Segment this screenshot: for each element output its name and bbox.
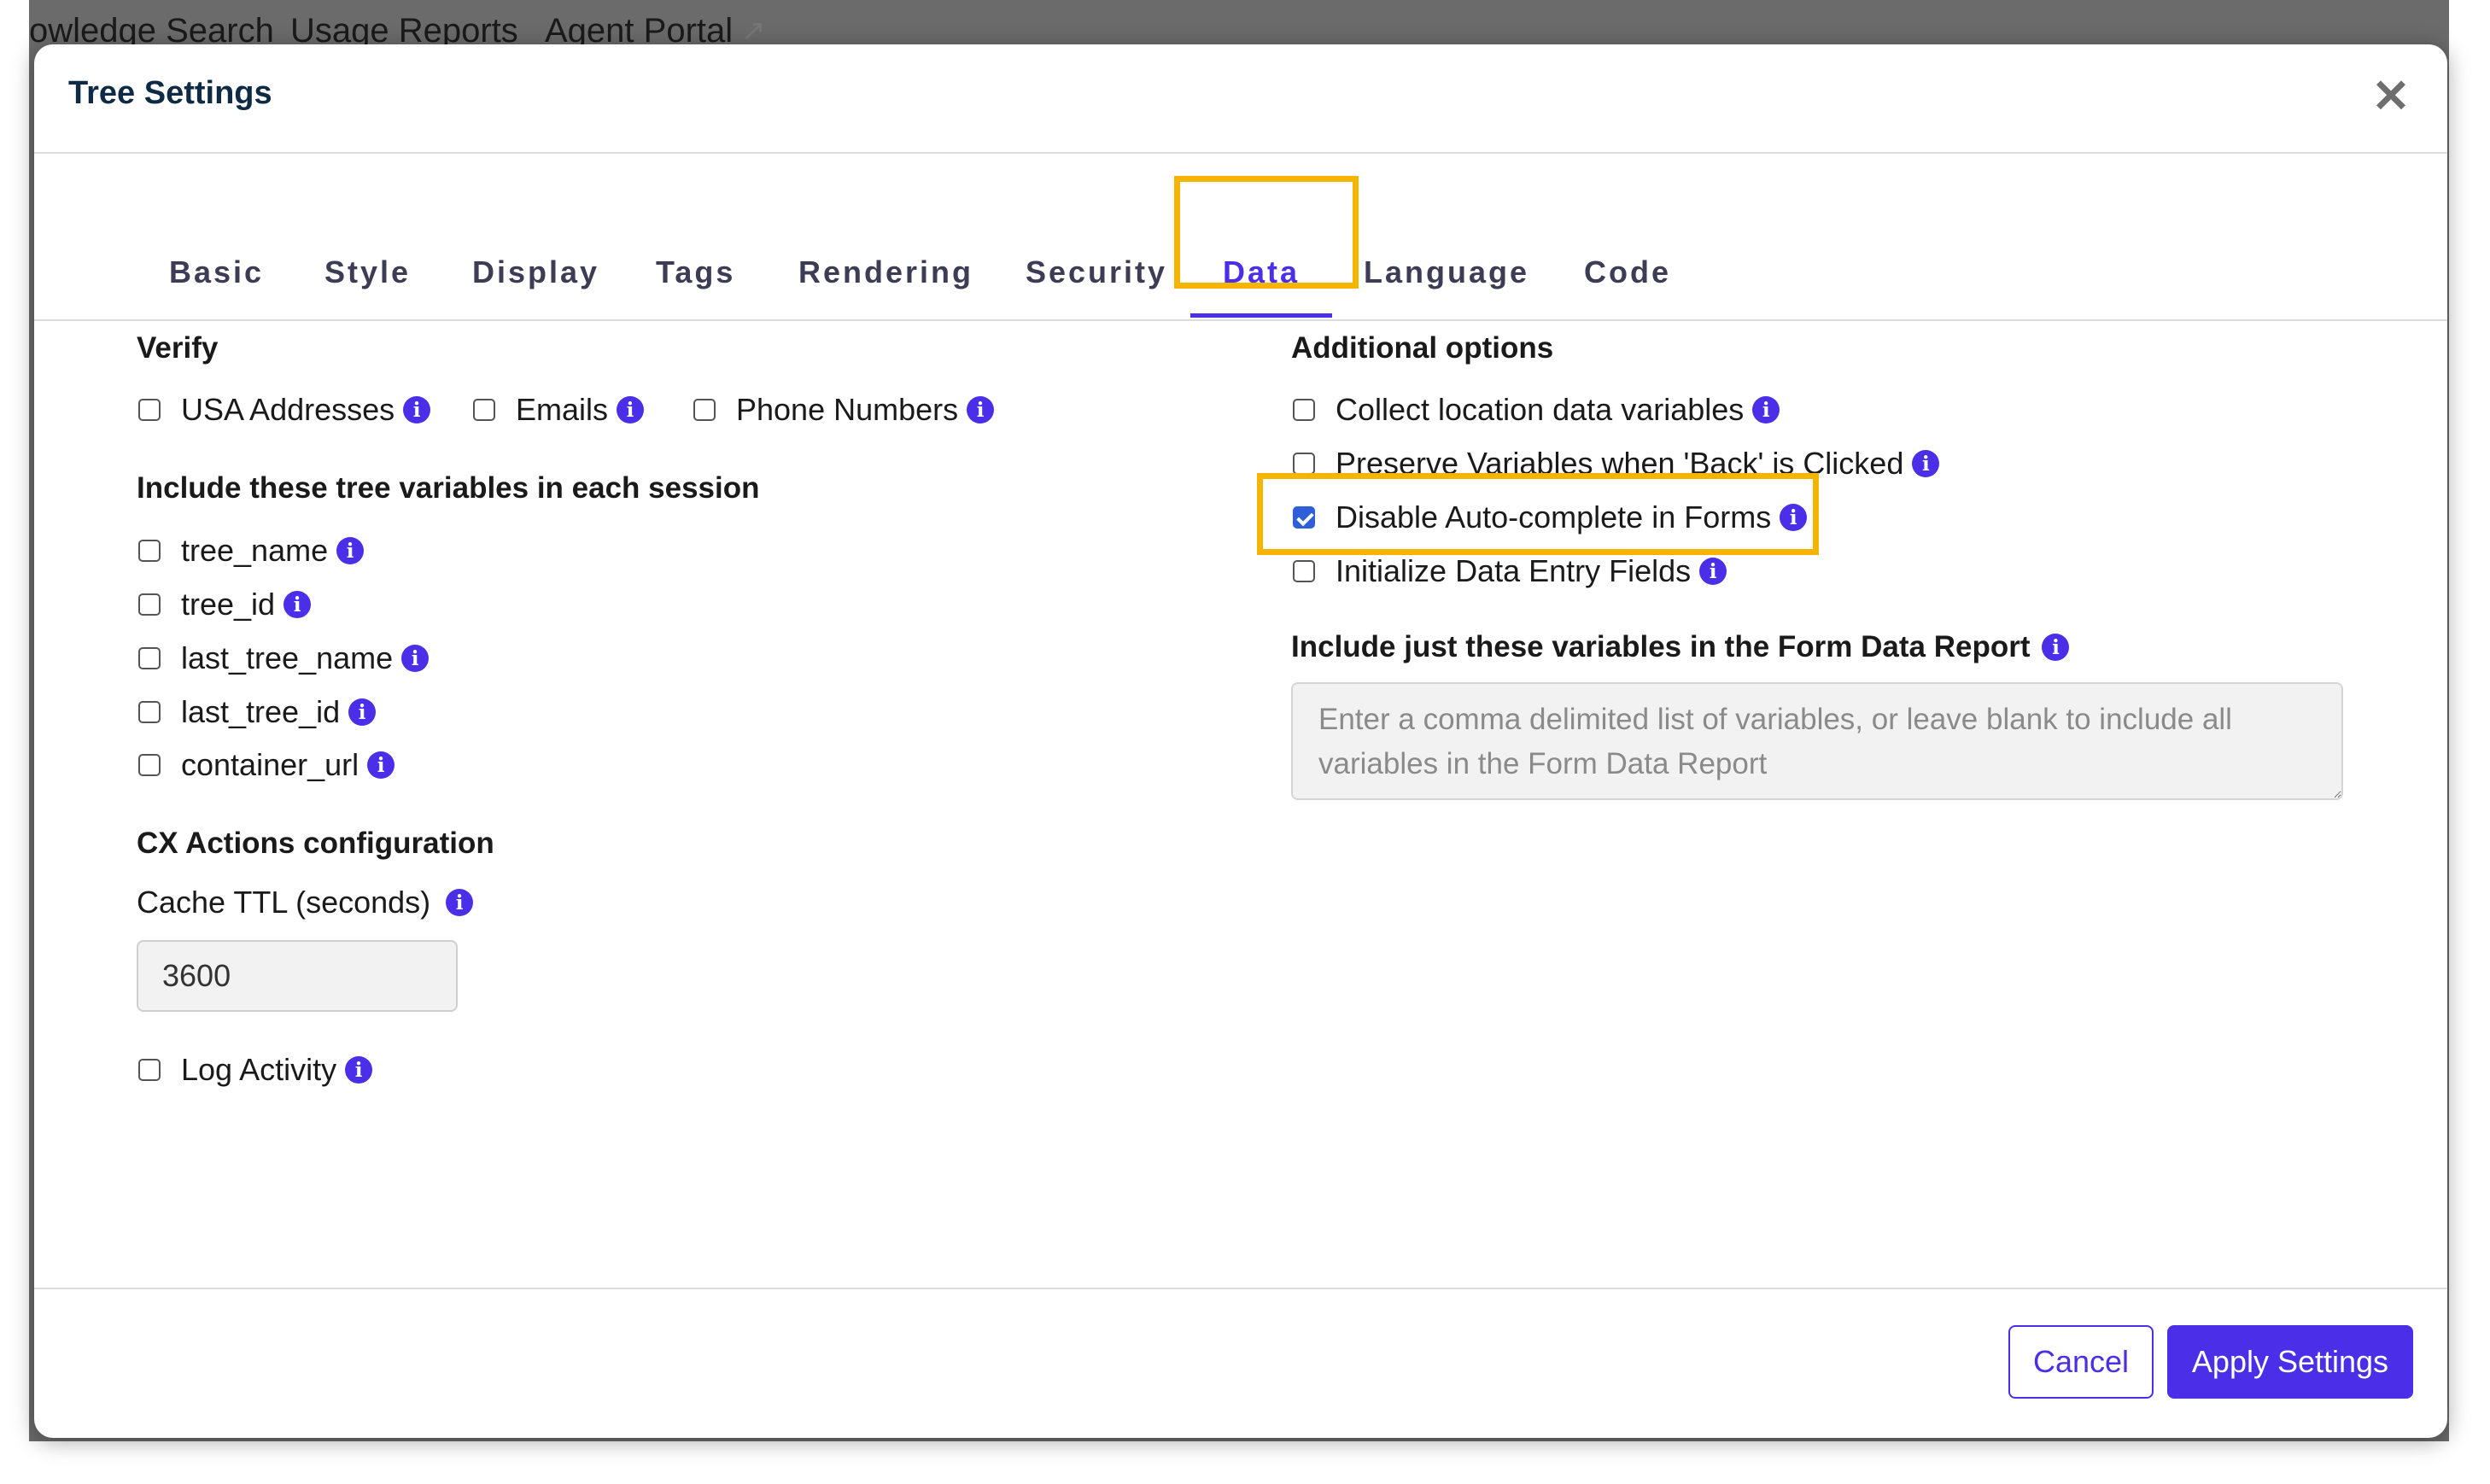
checkbox-label: tree_id (181, 587, 276, 622)
info-icon[interactable]: i (446, 889, 474, 916)
tab-code[interactable]: Code (1584, 254, 1671, 290)
tree-name-checkbox[interactable] (138, 540, 161, 562)
verify-emails: Emails i (473, 391, 645, 429)
settings-tabs: Basic Style Display Tags Rendering Secur… (34, 152, 2447, 321)
external-link-icon: ↗ (741, 15, 766, 47)
info-icon[interactable]: i (1912, 450, 1940, 477)
apply-settings-button[interactable]: Apply Settings (2167, 1325, 2413, 1399)
collect-location-checkbox[interactable] (1293, 399, 1315, 421)
option-initialize-fields: Initialize Data Entry Fields i (1293, 552, 1727, 590)
checkbox-label: last_tree_id (181, 694, 341, 729)
tab-data[interactable]: Data (1223, 254, 1300, 290)
checkbox-label: USA Addresses (181, 392, 395, 427)
form-data-report-textarea[interactable] (1291, 682, 2343, 800)
tree-variables-heading: Include these tree variables in each ses… (137, 471, 760, 505)
tree-variable-last-tree-id: last_tree_id i (138, 693, 377, 731)
tab-security[interactable]: Security (1026, 254, 1167, 290)
info-icon[interactable]: i (348, 698, 377, 726)
option-disable-autocomplete: Disable Auto-complete in Forms i (1293, 499, 1808, 536)
tab-rendering[interactable]: Rendering (798, 254, 973, 290)
info-icon[interactable]: i (1780, 504, 1808, 531)
option-collect-location: Collect location data variables i (1293, 391, 1780, 429)
info-icon[interactable]: i (367, 751, 395, 779)
tree-variable-container-url: container_url i (138, 746, 395, 784)
close-icon[interactable]: ✕ (2365, 70, 2417, 122)
tree-variable-last-tree-name: last_tree_name i (138, 640, 430, 677)
tab-tags[interactable]: Tags (656, 254, 735, 290)
emails-checkbox[interactable] (473, 399, 495, 421)
phone-numbers-checkbox[interactable] (693, 399, 716, 421)
checkbox-label: Disable Auto-complete in Forms (1336, 500, 1772, 535)
active-tab-underline (1190, 313, 1332, 318)
verify-heading: Verify (137, 331, 219, 365)
container-url-checkbox[interactable] (138, 754, 161, 776)
tree-variable-tree-id: tree_id i (138, 586, 312, 623)
last-tree-name-checkbox[interactable] (138, 647, 161, 669)
cache-ttl-label: Cache TTL (seconds) (137, 885, 431, 920)
form-data-report-label-row: Include just these variables in the Form… (1291, 630, 2070, 664)
option-preserve-variables: Preserve Variables when 'Back' is Clicke… (1293, 445, 1940, 482)
checkbox-label: Initialize Data Entry Fields (1336, 553, 1692, 588)
info-icon[interactable]: i (1699, 558, 1727, 585)
log-activity-checkbox[interactable] (138, 1059, 161, 1081)
verify-usa-addresses: USA Addresses i (138, 391, 431, 429)
tab-basic[interactable]: Basic (169, 254, 264, 290)
usa-addresses-checkbox[interactable] (138, 399, 161, 421)
form-data-report-label: Include just these variables in the Form… (1291, 630, 2031, 663)
last-tree-id-checkbox[interactable] (138, 701, 161, 723)
info-icon[interactable]: i (1752, 396, 1780, 424)
preserve-variables-checkbox[interactable] (1293, 453, 1315, 475)
initialize-fields-checkbox[interactable] (1293, 560, 1315, 582)
cancel-button[interactable]: Cancel (2008, 1325, 2154, 1399)
additional-options-heading: Additional options (1291, 331, 1554, 365)
checkbox-label: tree_name (181, 533, 329, 568)
tree-id-checkbox[interactable] (138, 593, 161, 616)
cache-ttl-input[interactable] (137, 940, 458, 1012)
checkbox-label: Preserve Variables when 'Back' is Clicke… (1336, 446, 1904, 481)
modal-footer-divider (34, 1288, 2447, 1289)
modal-title: Tree Settings (68, 75, 272, 111)
background-nav: owledge Search Usage Reports Agent Porta… (29, 0, 883, 51)
tree-settings-modal: Tree Settings ✕ Basic Style Display Tags… (34, 44, 2447, 1438)
checkbox-label: Phone Numbers (736, 392, 959, 427)
tab-style[interactable]: Style (324, 254, 411, 290)
checkbox-label: last_tree_name (181, 640, 394, 675)
info-icon[interactable]: i (283, 591, 312, 618)
tab-display[interactable]: Display (472, 254, 599, 290)
cx-actions-heading: CX Actions configuration (137, 827, 494, 860)
info-icon[interactable]: i (336, 537, 365, 564)
log-activity-row: Log Activity i (138, 1051, 373, 1089)
checkbox-label: Log Activity (181, 1052, 337, 1087)
tree-variable-tree-name: tree_name i (138, 532, 365, 570)
checkbox-label: Collect location data variables (1336, 392, 1745, 427)
checkbox-label: container_url (181, 747, 359, 782)
info-icon[interactable]: i (403, 396, 431, 424)
modal-header: Tree Settings ✕ (34, 44, 2447, 154)
info-icon[interactable]: i (401, 645, 430, 672)
disable-autocomplete-checkbox[interactable] (1293, 506, 1315, 529)
verify-phone-numbers: Phone Numbers i (693, 391, 995, 429)
info-icon[interactable]: i (967, 396, 995, 424)
tab-language[interactable]: Language (1364, 254, 1529, 290)
info-icon[interactable]: i (345, 1056, 373, 1084)
checkbox-label: Emails (516, 392, 609, 427)
info-icon[interactable]: i (2042, 634, 2070, 661)
cache-ttl-label-row: Cache TTL (seconds) i (137, 885, 474, 920)
info-icon[interactable]: i (617, 396, 645, 424)
